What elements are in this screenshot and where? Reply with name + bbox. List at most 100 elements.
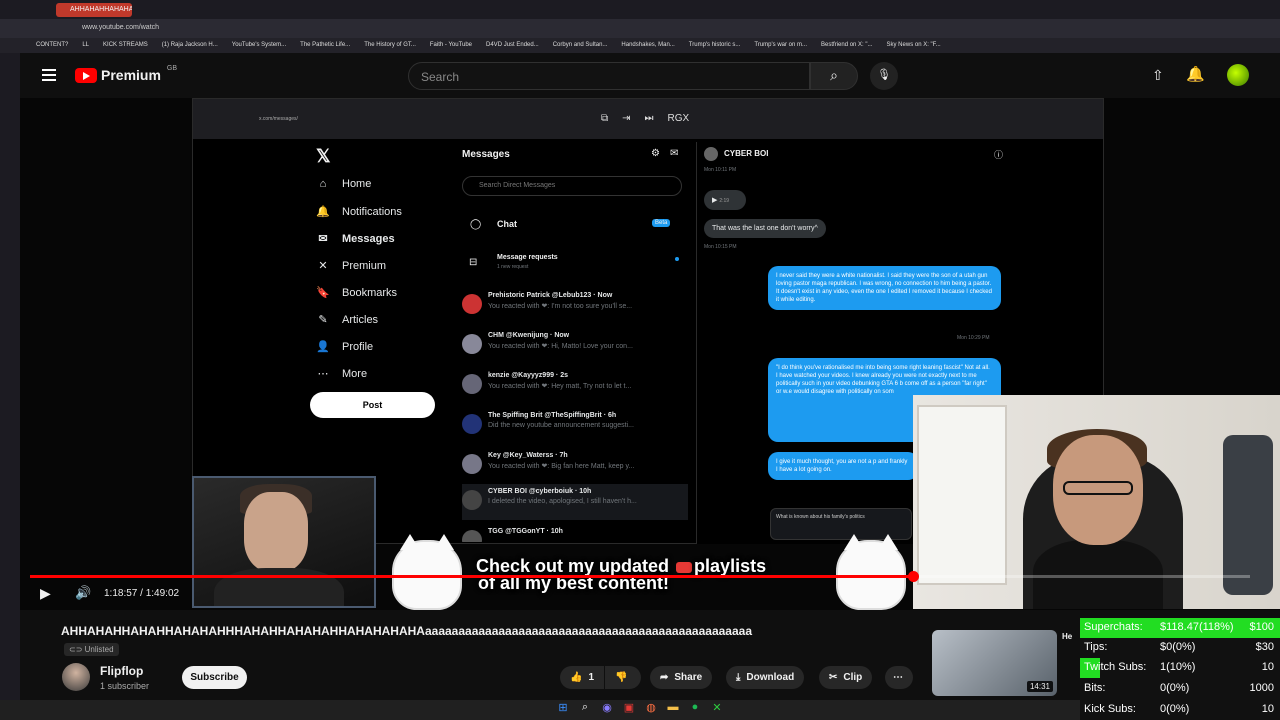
nav-profile[interactable]: 👤 Profile bbox=[316, 340, 373, 354]
download-icon: ⤓ bbox=[736, 672, 741, 683]
search-button[interactable]: ⌕ bbox=[810, 62, 858, 90]
requests-title[interactable]: Message requests bbox=[497, 254, 558, 261]
bookmark[interactable]: CONTENT? bbox=[28, 38, 74, 53]
goal-label: Bits: bbox=[1084, 682, 1106, 694]
bookmark[interactable]: YouTube's System... bbox=[224, 38, 292, 53]
spotify-icon[interactable]: ● bbox=[688, 701, 702, 714]
mail-icon: ✉ bbox=[318, 233, 328, 245]
url-text[interactable]: www.youtube.com/watch bbox=[82, 24, 159, 31]
channel-avatar[interactable] bbox=[62, 663, 90, 691]
bookmark[interactable]: Sky News on X: "F... bbox=[879, 38, 947, 53]
goal-label: Kick Subs: bbox=[1084, 703, 1136, 715]
enter-icon[interactable]: ⇥ bbox=[622, 113, 630, 124]
address-bar[interactable]: www.youtube.com/watch bbox=[0, 19, 1280, 38]
nav-label: Articles bbox=[342, 313, 379, 326]
bookmark[interactable]: Trump's historic s... bbox=[681, 38, 747, 53]
nav-home[interactable]: ⌂ Home bbox=[316, 178, 372, 190]
nav-premium[interactable]: ✕ Premium bbox=[316, 259, 386, 273]
conversation-name: Prehistoric Patrick @Lebub123 · Now bbox=[488, 292, 613, 299]
nav-bookmarks[interactable]: 🔖 Bookmarks bbox=[316, 286, 397, 300]
dm-search-input[interactable]: Search Direct Messages bbox=[462, 176, 682, 196]
nav-messages[interactable]: ✉ Messages bbox=[316, 232, 394, 246]
conversation-item[interactable]: The Spiffing Brit @TheSpiffingBrit · 6h D… bbox=[462, 408, 688, 444]
bookmark[interactable]: The Pathetic Life... bbox=[292, 38, 356, 53]
upload-icon[interactable]: ⇧ bbox=[1152, 67, 1164, 84]
search-input[interactable]: Search bbox=[408, 62, 810, 90]
banner-text: playlists bbox=[694, 556, 767, 576]
browser-icon[interactable]: ◍ bbox=[644, 701, 658, 714]
folder-icon[interactable]: ▬ bbox=[666, 701, 680, 714]
goal-count: 0(0%) bbox=[1160, 703, 1190, 715]
goal-label: Twitch Subs: bbox=[1084, 661, 1147, 673]
download-button[interactable]: ⤓ Download bbox=[726, 666, 805, 689]
xbox-icon[interactable]: ✕ bbox=[710, 701, 724, 714]
recording-icon[interactable]: ▣ bbox=[622, 701, 636, 714]
link-icon: ⊂⊃ bbox=[69, 645, 83, 654]
audio-message[interactable]: ▶ 2:19 bbox=[704, 190, 746, 210]
bookmark[interactable]: The History of GT... bbox=[356, 38, 422, 53]
windows-start-icon[interactable]: ⊞ bbox=[556, 701, 570, 714]
browser-tab[interactable]: AHHAHAHHAHAHAHA bbox=[56, 3, 132, 17]
goal-row: Twitch Subs: 1(10%) 10 bbox=[1080, 658, 1280, 678]
nav-label: Home bbox=[342, 178, 372, 190]
progress-bar[interactable] bbox=[30, 571, 1250, 582]
play-icon[interactable]: ▶ bbox=[40, 585, 51, 602]
bookmark[interactable]: Corbyn and Sultan... bbox=[545, 38, 614, 53]
conversation-item-selected[interactable]: CYBER BOI @cyberboiuk · 10h I deleted the… bbox=[462, 484, 688, 520]
skip-icon[interactable]: ⏭ bbox=[645, 113, 654, 124]
inner-url: x.com/messages/ bbox=[259, 116, 298, 122]
voice-search-button[interactable]: 🎙 bbox=[870, 62, 898, 90]
subscriber-count: 1 subscriber bbox=[100, 681, 150, 691]
conversation-item[interactable]: CHM @Kwenijung · Now You reacted with ❤: … bbox=[462, 328, 688, 364]
notifications-icon[interactable]: 🔔 bbox=[1186, 65, 1205, 83]
nav-articles[interactable]: ✎ Articles bbox=[316, 313, 379, 327]
subscribe-button[interactable]: Subscribe bbox=[182, 666, 247, 689]
clip-button[interactable]: ✂ Clip bbox=[819, 666, 873, 689]
info-icon[interactable]: ⓘ bbox=[994, 148, 1003, 161]
x-logo-icon[interactable]: 𝕏 bbox=[316, 146, 331, 167]
share-button[interactable]: ➦ Share bbox=[650, 666, 713, 689]
bookmark[interactable]: KICK STREAMS bbox=[95, 38, 154, 53]
discord-icon[interactable]: ◉ bbox=[600, 701, 614, 714]
chat-name[interactable]: CYBER BOI bbox=[724, 149, 768, 158]
goal-target: $100 bbox=[1249, 621, 1274, 633]
bookmark[interactable]: Faith - YouTube bbox=[422, 38, 478, 53]
conversation-item[interactable]: TGG @TGGonYT · 10h bbox=[462, 524, 688, 542]
account-avatar[interactable] bbox=[1227, 64, 1249, 86]
conversation-item[interactable]: kenzie @Kayyyz999 · 2s You reacted with ❤… bbox=[462, 368, 688, 404]
compose-icon[interactable]: ✉ bbox=[670, 148, 678, 159]
sent-message: I never said they were a white nationali… bbox=[768, 266, 1001, 310]
conversation-preview: You reacted with ❤: Hi, Matto! Love your… bbox=[488, 343, 633, 350]
share-icon: ➦ bbox=[660, 672, 669, 683]
bookmark[interactable]: D4VD Just Ended... bbox=[478, 38, 545, 53]
chat-label[interactable]: Chat bbox=[497, 219, 517, 229]
volume-icon[interactable]: 🔊 bbox=[75, 585, 91, 601]
bookmark[interactable]: (1) Raja Jackson H... bbox=[154, 38, 224, 53]
bookmark[interactable]: Trump's war on m... bbox=[746, 38, 813, 53]
popout-icon[interactable]: ⧉ bbox=[601, 113, 608, 124]
conversation-item[interactable]: Key @Key_Waterss · 7h You reacted with ❤:… bbox=[462, 448, 688, 484]
nav-notifications[interactable]: 🔔 Notifications bbox=[316, 205, 402, 219]
search-icon[interactable]: ⌕ bbox=[578, 701, 592, 714]
dislike-button[interactable]: 👎 bbox=[605, 666, 641, 689]
suggested-video-thumbnail[interactable]: 14:31 bbox=[932, 630, 1057, 696]
like-button[interactable]: 👍 1 bbox=[560, 666, 604, 689]
youtube-icon bbox=[676, 561, 693, 573]
bookmark[interactable]: LL bbox=[74, 38, 95, 53]
settings-icon[interactable]: ⚙ bbox=[651, 148, 660, 159]
nav-more[interactable]: ⋯ More bbox=[316, 367, 368, 381]
suggested-video-title[interactable]: He bbox=[1062, 632, 1082, 641]
bookmark[interactable]: Handshakes, Man... bbox=[613, 38, 680, 53]
menu-icon[interactable] bbox=[42, 69, 56, 81]
youtube-logo[interactable]: Premium GB bbox=[75, 65, 177, 83]
channel-name[interactable]: Flipflop bbox=[100, 664, 143, 678]
bookmark[interactable]: Bestfriend on X: "... bbox=[813, 38, 879, 53]
avatar bbox=[462, 454, 482, 474]
conversation-item[interactable]: Prehistoric Patrick @Lebub123 · Now You r… bbox=[462, 288, 688, 324]
clip-label: Clip bbox=[843, 672, 863, 683]
taskbar-icons: ⊞ ⌕ ◉ ▣ ◍ ▬ ● ✕ bbox=[556, 701, 724, 714]
conversation-name: CYBER BOI @cyberboiuk · 10h bbox=[488, 488, 592, 495]
post-button[interactable]: Post bbox=[310, 392, 435, 418]
more-actions-button[interactable]: ⋯ bbox=[885, 666, 913, 689]
play-icon[interactable]: ▶ bbox=[712, 197, 717, 204]
